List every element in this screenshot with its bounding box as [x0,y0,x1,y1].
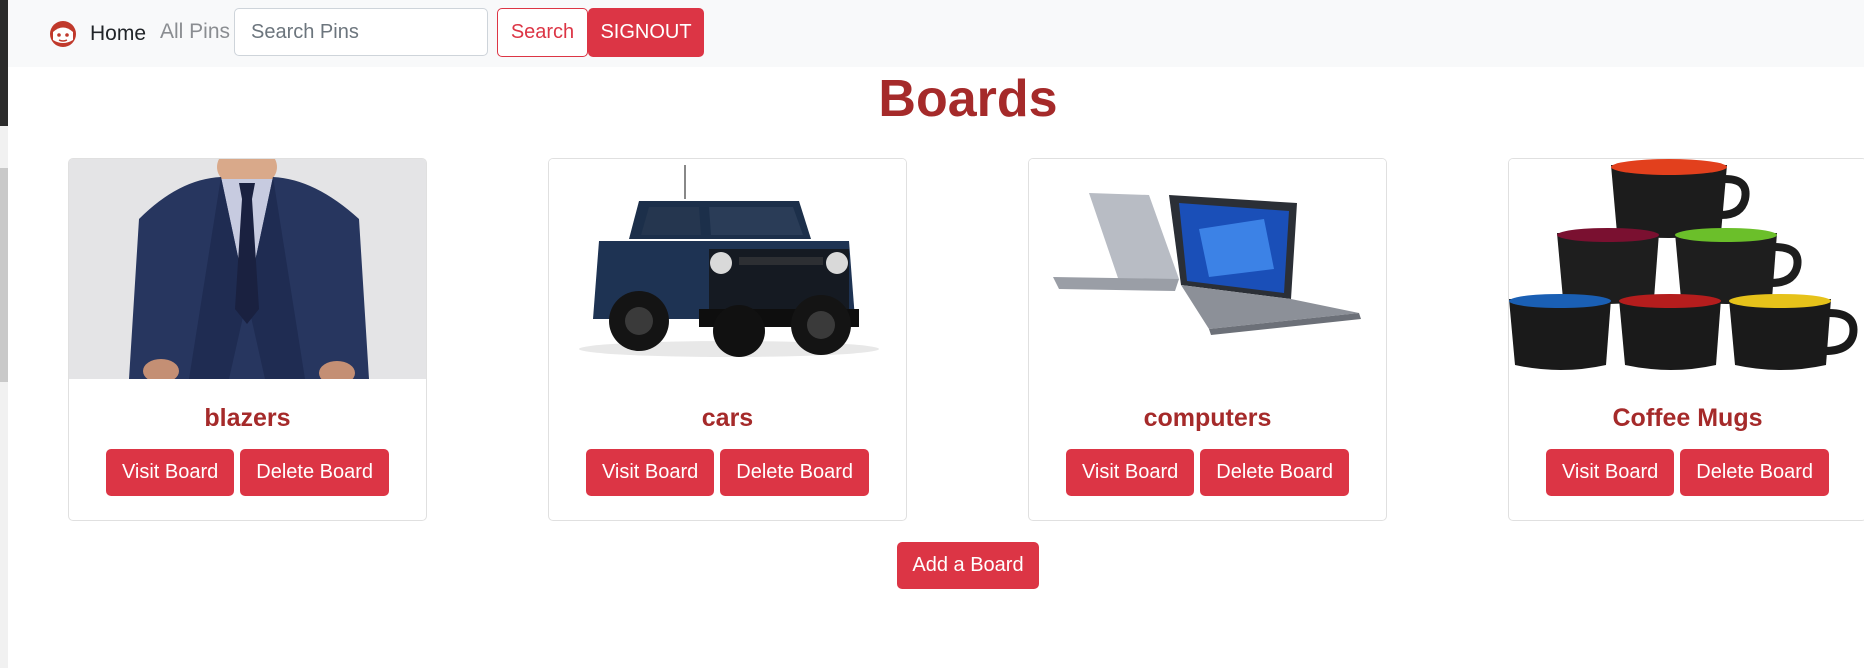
mugs-photo [1509,159,1864,379]
visit-board-button[interactable]: Visit Board [1065,449,1195,496]
delete-board-button[interactable]: Delete Board [240,449,390,496]
laptop-photo [1029,159,1386,379]
board-card: Coffee Mugs Visit Board Delete Board [1508,158,1864,521]
search-button[interactable]: Search [497,8,588,57]
board-card: computers Visit Board Delete Board [1028,158,1387,521]
board-title: blazers [204,404,291,432]
delete-board-button[interactable]: Delete Board [720,449,870,496]
delete-board-button[interactable]: Delete Board [1200,449,1350,496]
scrollbar-thumb[interactable] [0,168,8,382]
delete-board-button[interactable]: Delete Board [1680,449,1830,496]
face-icon [50,21,76,47]
nav-home-label[interactable]: Home [90,22,146,46]
car-photo [549,159,906,379]
board-title: computers [1143,404,1272,432]
board-actions: Visit Board Delete Board [1509,449,1864,496]
visit-board-button[interactable]: Visit Board [105,449,235,496]
visit-board-button[interactable]: Visit Board [1545,449,1675,496]
board-actions: Visit Board Delete Board [1029,449,1386,496]
board-card: cars Visit Board Delete Board [548,158,907,521]
signout-button[interactable]: SIGNOUT [588,8,704,57]
navbar: Home All Pins Search SIGNOUT [8,0,1864,67]
board-title: Coffee Mugs [1612,404,1763,432]
blazer-photo [69,159,426,379]
board-actions: Visit Board Delete Board [549,449,906,496]
search-input[interactable] [234,8,488,56]
board-card: blazers Visit Board Delete Board [68,158,427,521]
visit-board-button[interactable]: Visit Board [585,449,715,496]
add-board-button[interactable]: Add a Board [897,542,1039,589]
board-title: cars [701,404,754,432]
board-actions: Visit Board Delete Board [69,449,426,496]
nav-all-pins[interactable]: All Pins [160,20,230,44]
page-title: Boards [878,70,1058,128]
